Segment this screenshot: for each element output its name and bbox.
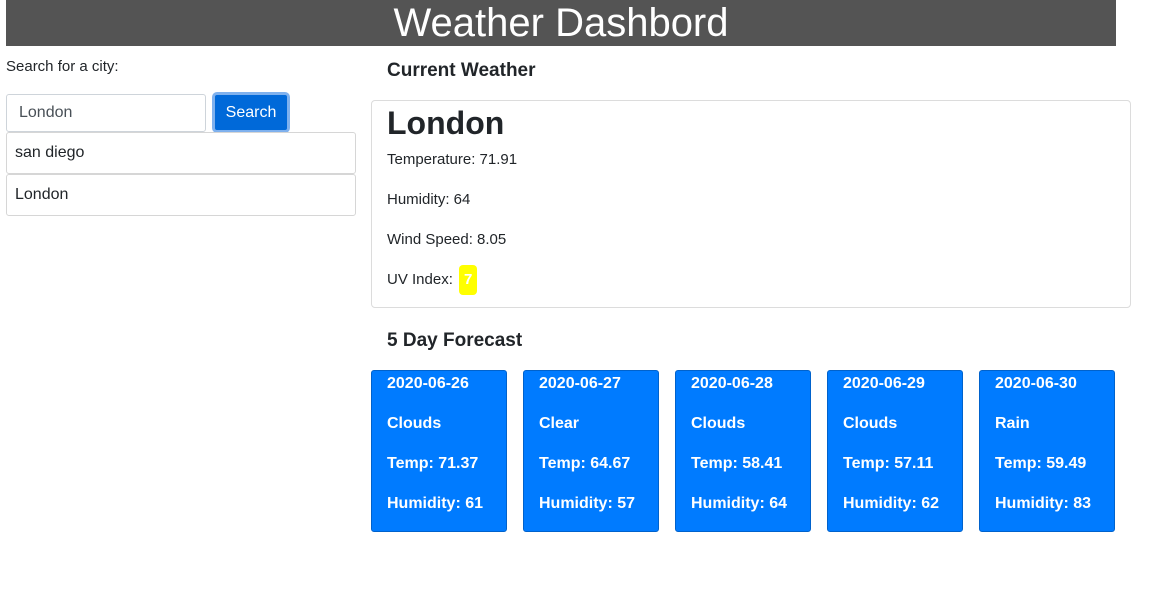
forecast-condition: Rain: [995, 415, 1030, 432]
forecast-date: 2020-06-28: [691, 375, 773, 392]
forecast-temp: Temp: 64.67: [539, 455, 631, 472]
search-label: Search for a city:: [6, 58, 119, 75]
forecast-card: 2020-06-26 Clouds Temp: 71.37 Humidity: …: [371, 370, 507, 532]
city-name: London: [387, 105, 505, 141]
humidity-text: Humidity: 64: [387, 191, 471, 208]
current-weather-heading: Current Weather: [387, 60, 536, 81]
temperature-text: Temperature: 71.91: [387, 151, 518, 168]
search-input[interactable]: [6, 94, 206, 132]
forecast-condition: Clouds: [843, 415, 898, 432]
search-history-list: san diego London: [6, 132, 356, 216]
forecast-temp: Temp: 71.37: [387, 455, 479, 472]
forecast-condition: Clouds: [387, 415, 442, 432]
history-item[interactable]: London: [6, 174, 356, 216]
forecast-card: 2020-06-30 Rain Temp: 59.49 Humidity: 83: [979, 370, 1115, 532]
forecast-date: 2020-06-26: [387, 375, 469, 392]
forecast-card: 2020-06-28 Clouds Temp: 58.41 Humidity: …: [675, 370, 811, 532]
forecast-condition: Clear: [539, 415, 580, 432]
uv-index-label: UV Index:: [387, 271, 453, 288]
forecast-humidity: Humidity: 83: [995, 495, 1092, 512]
history-item[interactable]: san diego: [6, 132, 356, 174]
forecast-temp: Temp: 59.49: [995, 455, 1087, 472]
forecast-condition: Clouds: [691, 415, 746, 432]
forecast-date: 2020-06-29: [843, 375, 925, 392]
current-weather-card: London Temperature: 71.91 Humidity: 64 W…: [371, 100, 1131, 308]
page-title: Weather Dashbord: [6, 0, 1116, 46]
forecast-humidity: Humidity: 57: [539, 495, 636, 512]
forecast-card: 2020-06-27 Clear Temp: 64.67 Humidity: 5…: [523, 370, 659, 532]
forecast-card: 2020-06-29 Clouds Temp: 57.11 Humidity: …: [827, 370, 963, 532]
uv-index-row: UV Index: 7: [387, 265, 478, 296]
forecast-temp: Temp: 57.11: [843, 455, 934, 472]
forecast-humidity: Humidity: 62: [843, 495, 940, 512]
forecast-humidity: Humidity: 61: [387, 495, 484, 512]
wind-speed-text: Wind Speed: 8.05: [387, 231, 507, 248]
search-button[interactable]: Search: [212, 92, 290, 133]
uv-index-badge: 7: [459, 265, 478, 296]
forecast-temp: Temp: 58.41: [691, 455, 783, 472]
forecast-date: 2020-06-27: [539, 375, 621, 392]
forecast-heading: 5 Day Forecast: [387, 330, 523, 351]
forecast-humidity: Humidity: 64: [691, 495, 788, 512]
forecast-date: 2020-06-30: [995, 375, 1077, 392]
